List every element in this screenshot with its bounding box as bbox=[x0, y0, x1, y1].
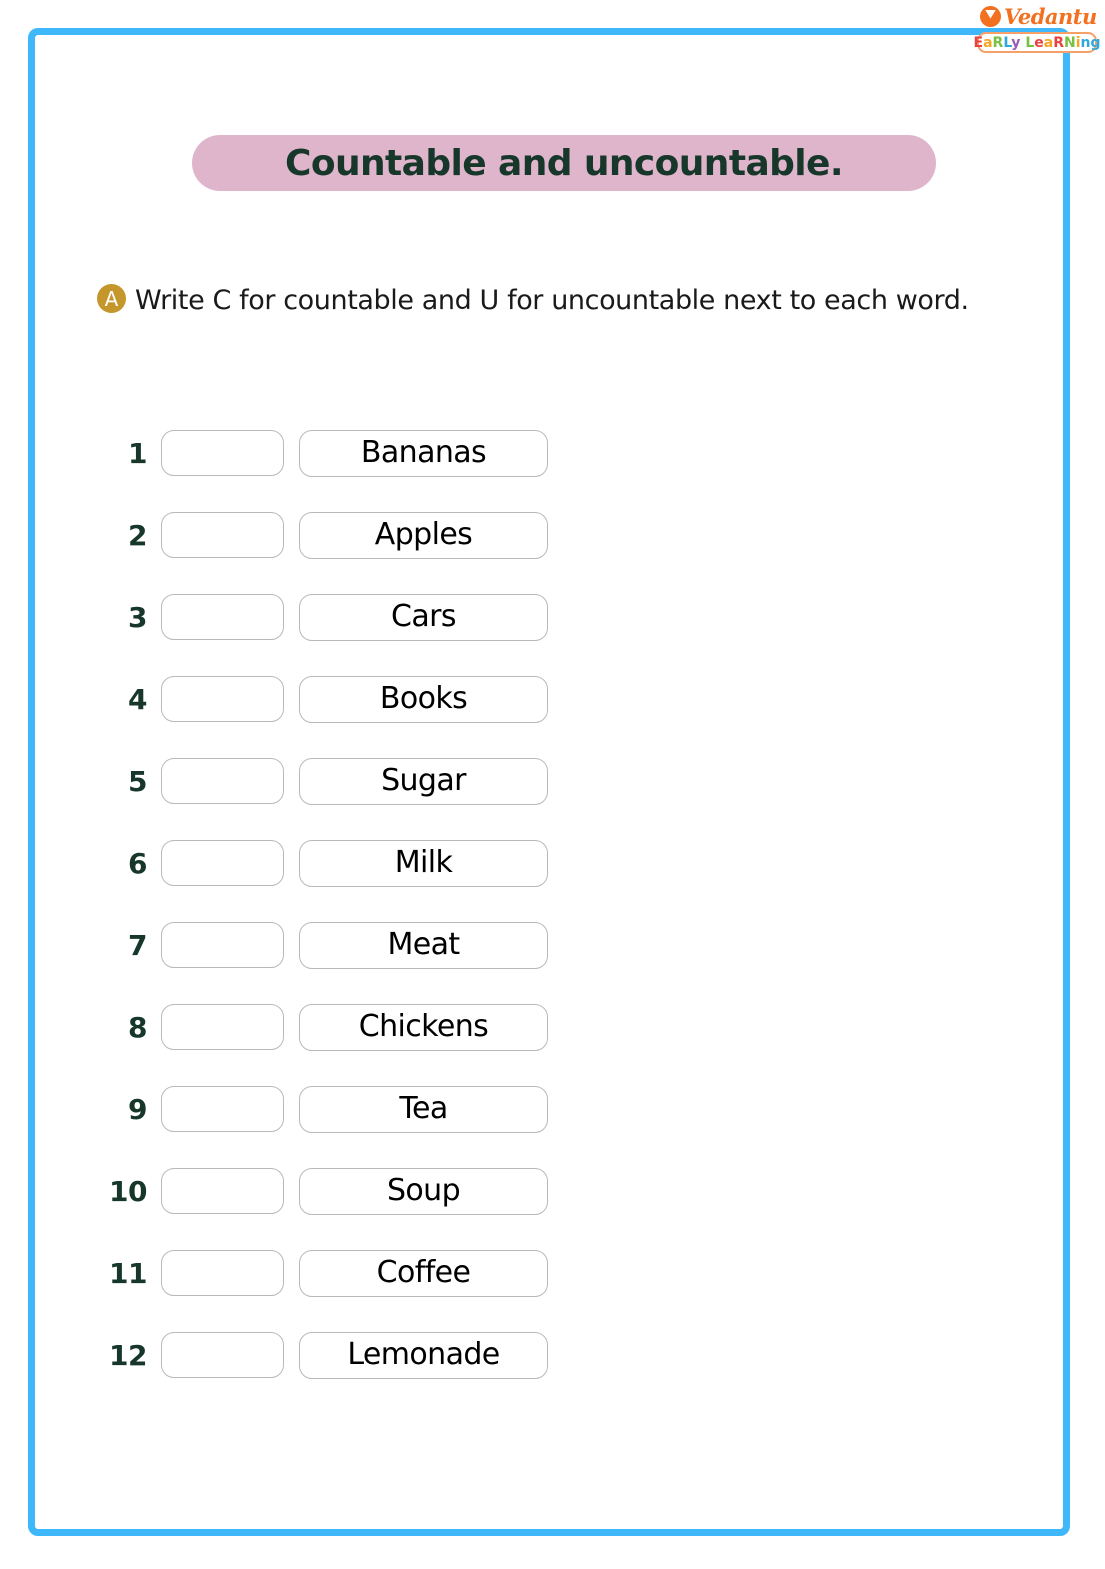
word-label: Meat bbox=[387, 927, 460, 962]
word-label: Chickens bbox=[358, 1009, 489, 1044]
word-label: Books bbox=[379, 681, 468, 716]
vedantu-v-icon bbox=[980, 5, 1001, 27]
answer-input-box[interactable] bbox=[161, 922, 284, 968]
answer-input-box[interactable] bbox=[161, 758, 284, 804]
word-box: Chickens bbox=[299, 1003, 548, 1051]
word-label: Milk bbox=[394, 845, 453, 880]
word-box: Cars bbox=[299, 593, 548, 641]
question-row: 8 Chickens bbox=[97, 1003, 617, 1051]
question-row: 5 Sugar bbox=[97, 757, 617, 805]
answer-input-box[interactable] bbox=[161, 1086, 284, 1132]
answer-input-box[interactable] bbox=[161, 1250, 284, 1296]
answer-input-box[interactable] bbox=[161, 512, 284, 558]
word-box: Coffee bbox=[299, 1249, 548, 1297]
question-row: 11 Coffee bbox=[97, 1249, 617, 1297]
worksheet-title-banner: Countable and uncountable. bbox=[192, 135, 936, 191]
word-label: Bananas bbox=[360, 435, 487, 470]
answer-input-box[interactable] bbox=[161, 1004, 284, 1050]
answer-input-box[interactable] bbox=[161, 1168, 284, 1214]
question-row: 9 Tea bbox=[97, 1085, 617, 1133]
question-number: 6 bbox=[128, 846, 147, 880]
answer-input-box[interactable] bbox=[161, 1332, 284, 1378]
word-box: Lemonade bbox=[299, 1331, 548, 1379]
word-label: Apples bbox=[374, 517, 473, 552]
page-title: Countable and uncountable. bbox=[285, 142, 843, 184]
question-number: 8 bbox=[128, 1010, 147, 1044]
answer-input-box[interactable] bbox=[161, 840, 284, 886]
word-label: Lemonade bbox=[347, 1337, 500, 1372]
section-badge-a: A bbox=[97, 284, 126, 313]
word-box: Soup bbox=[299, 1167, 548, 1215]
word-label: Cars bbox=[391, 599, 457, 634]
question-list: 1 Bananas 2 Apples 3 Cars 4 Books 5 Sugar 6 Milk 7 Me… bbox=[97, 429, 617, 1414]
question-number: 1 bbox=[128, 436, 147, 470]
answer-input-box[interactable] bbox=[161, 594, 284, 640]
logo-tagline-badge: EaRLy LeaRNing bbox=[974, 32, 1101, 53]
question-number: 12 bbox=[109, 1338, 147, 1372]
logo-tagline-text: EaRLy LeaRNing bbox=[973, 34, 1101, 51]
word-box: Books bbox=[299, 675, 548, 723]
word-label: Coffee bbox=[376, 1255, 471, 1290]
word-box: Sugar bbox=[299, 757, 548, 805]
logo-brand-row: Vedantu bbox=[977, 2, 1097, 30]
question-row: 1 Bananas bbox=[97, 429, 617, 477]
word-box: Milk bbox=[299, 839, 548, 887]
answer-input-box[interactable] bbox=[161, 430, 284, 476]
question-number: 3 bbox=[128, 600, 147, 634]
question-row: 10 Soup bbox=[97, 1167, 617, 1215]
logo-brand-text: Vedantu bbox=[1004, 3, 1097, 29]
instruction-text: Write C for countable and U for uncounta… bbox=[135, 285, 969, 316]
question-row: 6 Milk bbox=[97, 839, 617, 887]
question-row: 12 Lemonade bbox=[97, 1331, 617, 1379]
question-number: 2 bbox=[128, 518, 147, 552]
question-row: 3 Cars bbox=[97, 593, 617, 641]
question-row: 4 Books bbox=[97, 675, 617, 723]
word-box: Apples bbox=[299, 511, 548, 559]
word-label: Sugar bbox=[381, 763, 466, 798]
vedantu-logo: Vedantu EaRLy LeaRNing bbox=[974, 2, 1101, 60]
question-number: 11 bbox=[109, 1256, 147, 1290]
question-number: 9 bbox=[128, 1092, 147, 1126]
word-label: Soup bbox=[386, 1173, 461, 1208]
question-number: 10 bbox=[109, 1174, 147, 1208]
word-box: Meat bbox=[299, 921, 548, 969]
word-box: Bananas bbox=[299, 429, 548, 477]
word-box: Tea bbox=[299, 1085, 548, 1133]
question-number: 5 bbox=[128, 764, 147, 798]
answer-input-box[interactable] bbox=[161, 676, 284, 722]
word-label: Tea bbox=[399, 1091, 448, 1126]
question-row: 2 Apples bbox=[97, 511, 617, 559]
instruction-block: A Write C for countable and U for uncoun… bbox=[97, 280, 977, 321]
question-number: 7 bbox=[128, 928, 147, 962]
question-row: 7 Meat bbox=[97, 921, 617, 969]
question-number: 4 bbox=[128, 682, 147, 716]
